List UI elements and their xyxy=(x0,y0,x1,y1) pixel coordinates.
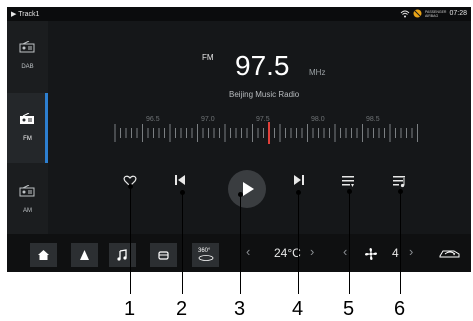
am-radio-icon xyxy=(19,185,35,197)
navigation-arrow-icon xyxy=(80,250,89,260)
fan-decrease-arrow[interactable]: ‹ xyxy=(343,244,347,259)
home-button[interactable] xyxy=(30,243,57,267)
source-fm[interactable]: FM xyxy=(7,93,48,163)
callout-dot xyxy=(347,189,352,194)
callout-line xyxy=(182,192,183,294)
source-am[interactable]: AM xyxy=(7,165,48,235)
status-right: PASSENGER AIRBAG 07:28 xyxy=(400,9,467,18)
passenger-airbag-status: PASSENGER AIRBAG xyxy=(424,9,447,18)
play-small-icon: ▶ xyxy=(11,11,17,18)
home-icon xyxy=(38,250,49,260)
callout-line xyxy=(349,191,350,294)
callout-number: 5 xyxy=(343,298,355,320)
airbag-off-icon xyxy=(413,9,422,18)
fan-level: 4 xyxy=(392,246,399,260)
frequency-unit: MHz xyxy=(309,68,326,77)
callout-dot xyxy=(296,190,301,195)
callout-number: 6 xyxy=(394,298,406,320)
callout-dot xyxy=(180,190,185,195)
surround-view-icon xyxy=(198,255,214,261)
source-sidebar: DAB FM AM xyxy=(7,21,48,234)
play-icon xyxy=(243,182,254,196)
fan-increase-arrow[interactable]: › xyxy=(409,244,413,259)
temperature-increase-arrow[interactable]: › xyxy=(310,244,314,259)
view-360-button[interactable]: 360° xyxy=(192,243,219,267)
temperature-decrease-arrow[interactable]: ‹ xyxy=(246,244,250,259)
previous-track-icon[interactable] xyxy=(174,174,186,186)
callout-number: 4 xyxy=(292,298,304,320)
play-button[interactable] xyxy=(228,170,266,208)
view-360-label: 360° xyxy=(198,248,211,254)
music-button[interactable] xyxy=(109,243,136,267)
now-playing-track: ▶ Track1 xyxy=(11,11,40,18)
fm-radio-icon xyxy=(20,113,34,124)
fan-icon xyxy=(365,248,377,260)
callout-number: 2 xyxy=(176,298,188,320)
vehicle-button[interactable] xyxy=(150,243,177,267)
source-dab[interactable]: DAB xyxy=(7,21,48,91)
status-bar: ▶ Track1 PASSENGER AIRBAG 07:28 xyxy=(7,7,471,21)
navigation-button[interactable] xyxy=(71,243,98,267)
band-label: FM xyxy=(202,53,214,62)
callout-line xyxy=(400,191,401,294)
callout-line xyxy=(130,186,131,294)
active-source-indicator xyxy=(45,93,48,163)
temperature-value: 24°C xyxy=(274,246,301,260)
next-track-icon[interactable] xyxy=(293,174,305,186)
callout-number: 3 xyxy=(234,298,246,320)
music-note-icon xyxy=(117,249,127,261)
clock: 07:28 xyxy=(449,10,467,17)
bottom-shortcut-bar: 360° ‹ 24°C › ‹ 4 › xyxy=(7,234,471,272)
callout-line xyxy=(240,194,241,294)
station-name: Beijing Music Radio xyxy=(229,90,300,99)
callout-dot xyxy=(238,192,243,197)
wifi-icon xyxy=(400,10,410,17)
station-list-icon[interactable] xyxy=(341,174,355,188)
callout-number: 1 xyxy=(124,298,136,320)
callout-dot xyxy=(128,184,133,189)
radio-screen: ▶ Track1 PASSENGER AIRBAG 07:28 DAB FM A… xyxy=(7,7,471,272)
tuning-scale[interactable] xyxy=(113,122,423,144)
car-icon xyxy=(158,251,169,260)
dab-radio-icon xyxy=(19,41,35,53)
callout-line xyxy=(298,192,299,294)
recirculation-icon[interactable] xyxy=(438,247,462,259)
tuning-needle xyxy=(268,122,270,144)
callout-dot xyxy=(398,189,403,194)
playlist-icon[interactable] xyxy=(392,174,406,188)
frequency-display: 97.5 xyxy=(235,50,290,81)
